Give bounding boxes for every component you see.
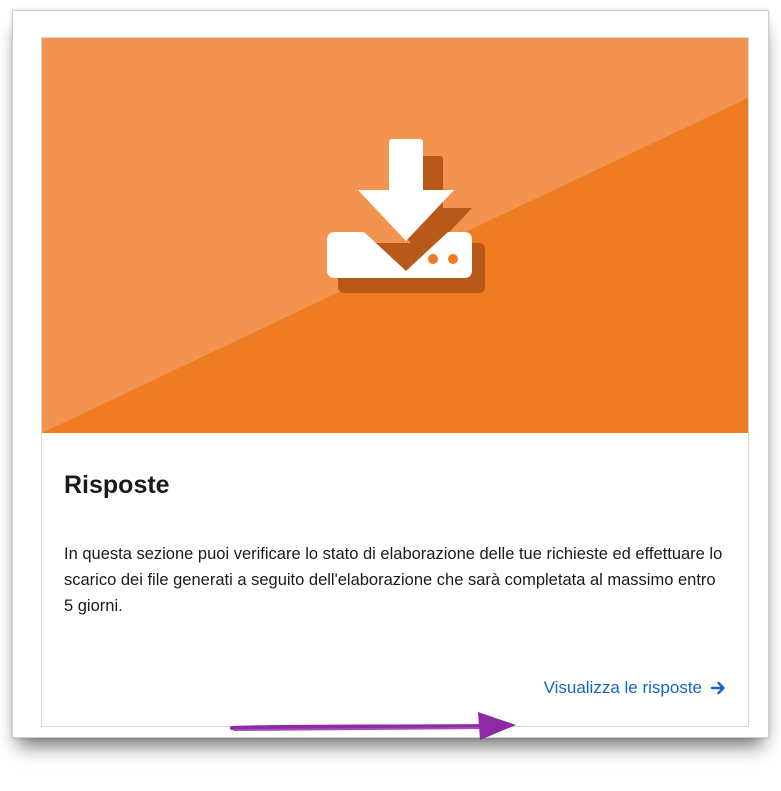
banner-graphic (42, 38, 748, 433)
card-title: Risposte (64, 471, 170, 499)
purple-hand-drawn-arrow-icon (230, 712, 516, 740)
card-banner (42, 38, 748, 433)
arrow-right-icon (710, 681, 725, 695)
risposte-card: Risposte In questa sezione puoi verifica… (41, 37, 749, 740)
view-responses-label: Visualizza le risposte (543, 678, 702, 697)
card-description: In questa sezione puoi verificare lo sta… (64, 545, 723, 615)
screenshot-frame: Risposte In questa sezione puoi verifica… (12, 10, 769, 740)
view-responses-link[interactable]: Visualizza le risposte (544, 678, 726, 698)
